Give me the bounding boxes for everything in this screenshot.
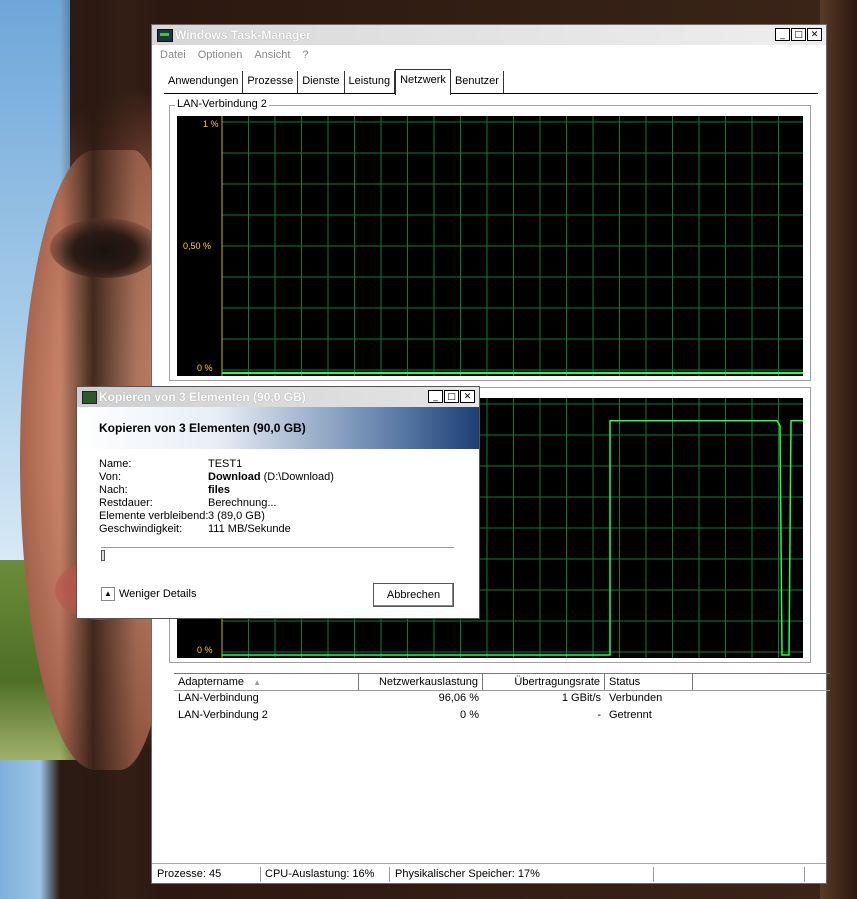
cancel-button[interactable]: Abbrechen	[373, 583, 454, 607]
close-button[interactable]: ✕	[807, 28, 822, 41]
to-folder-name[interactable]: files	[208, 484, 230, 496]
status-bar: Prozesse: 45 CPU-Auslastung: 16% Physika…	[152, 863, 826, 884]
copy-dialog-title: Kopieren von 3 Elementen (90,0 GB)	[99, 390, 306, 404]
from-folder-name[interactable]: Download	[208, 471, 261, 483]
cell-usage: 0 %	[460, 709, 479, 721]
tab-netzwerk[interactable]: Netzwerk	[395, 69, 451, 95]
field-value: 3 (89,0 GB)	[208, 510, 265, 522]
tab-anwendungen[interactable]: Anwendungen	[164, 71, 244, 93]
background-eye	[50, 218, 160, 278]
field-value: files	[208, 484, 230, 497]
cell-adaptername: LAN-Verbindung 2	[178, 709, 268, 721]
tab-leistung[interactable]: Leistung	[345, 71, 396, 93]
copy-dialog-header: Kopieren von 3 Elementen (90,0 GB)	[77, 407, 479, 449]
less-details-label: Weniger Details	[119, 588, 197, 600]
progress-fill	[101, 550, 105, 561]
y-label-bottom: 0 %	[197, 363, 213, 373]
from-folder-path: (D:\Download)	[263, 471, 334, 483]
cell-rate: -	[597, 709, 601, 721]
copy-dialog-titlebar[interactable]: Kopieren von 3 Elementen (90,0 GB) _ □ ✕	[77, 387, 479, 407]
y-label-mid: 0,50 %	[183, 241, 212, 251]
maximize-button[interactable]: □	[791, 28, 806, 41]
field-label: Restdauer:	[99, 497, 153, 509]
field-label: Nach:	[99, 484, 128, 496]
cell-status: Getrennt	[609, 709, 652, 721]
y-label-bottom-lan: 0 %	[197, 645, 213, 655]
graph-label-lan2: LAN-Verbindung 2	[175, 98, 269, 110]
field-value: Download (D:\Download)	[208, 471, 334, 484]
status-empty	[655, 867, 805, 882]
field-label: Geschwindigkeit:	[99, 523, 183, 535]
tab-dienste[interactable]: Dienste	[298, 71, 345, 93]
y-label-top: 1 %	[203, 119, 219, 129]
table-row[interactable]: LAN-Verbindung 2 0 % - Getrennt	[174, 707, 830, 723]
copy-dialog-icon	[82, 391, 97, 404]
less-details-toggle[interactable]: ▲ Weniger Details	[101, 587, 196, 601]
menu-optionen[interactable]: Optionen	[198, 49, 243, 61]
close-button[interactable]: ✕	[460, 390, 475, 403]
column-adaptername[interactable]: Adaptername ▲	[174, 674, 359, 690]
menu-help[interactable]: ?	[302, 49, 308, 61]
column-netzwerkauslastung[interactable]: Netzwerkauslastung	[359, 674, 483, 690]
task-manager-icon	[157, 29, 173, 42]
window-title: Windows Task-Manager	[175, 28, 311, 42]
adapter-list-header: Adaptername ▲ Netzwerkauslastung Übertra…	[174, 673, 830, 691]
status-cpu: CPU-Auslastung: 16%	[262, 867, 390, 882]
copy-heading: Kopieren von 3 Elementen (90,0 GB)	[99, 421, 306, 435]
adapter-list: Adaptername ▲ Netzwerkauslastung Übertra…	[174, 673, 830, 853]
copy-dialog-window-controls: _ □ ✕	[428, 390, 475, 403]
copy-progress-bar	[101, 547, 454, 561]
tab-benutzer[interactable]: Benutzer	[451, 71, 504, 93]
maximize-button[interactable]: □	[444, 390, 459, 403]
minimize-button[interactable]: _	[775, 28, 790, 41]
field-value: 111 MB/Sekunde	[208, 523, 291, 535]
window-controls: _ □ ✕	[775, 28, 822, 41]
sort-ascending-icon: ▲	[253, 678, 262, 687]
table-row[interactable]: LAN-Verbindung 96,06 % 1 GBit/s Verbunde…	[174, 690, 830, 706]
tab-prozesse[interactable]: Prozesse	[243, 71, 299, 93]
field-label: Name:	[99, 458, 132, 470]
chevron-up-icon: ▲	[101, 587, 115, 601]
menu-ansicht[interactable]: Ansicht	[254, 49, 290, 61]
tab-bar: Anwendungen Prozesse Dienste Leistung Ne…	[164, 69, 818, 95]
minimize-button[interactable]: _	[428, 390, 443, 403]
status-processes: Prozesse: 45	[154, 867, 261, 882]
menu-bar: Datei Optionen Ansicht ?	[160, 49, 309, 61]
field-value: Berechnung...	[208, 497, 277, 509]
status-memory: Physikalischer Speicher: 17%	[392, 867, 654, 882]
cell-rate: 1 GBit/s	[561, 692, 601, 704]
graph-grid-lan2	[221, 116, 803, 376]
copy-dialog: Kopieren von 3 Elementen (90,0 GB) _ □ ✕…	[76, 386, 480, 619]
column-status[interactable]: Status	[605, 674, 693, 690]
network-graph-group-lan2: LAN-Verbindung 2 1 % 0,50 % 0 %	[169, 98, 811, 381]
menu-datei[interactable]: Datei	[160, 49, 186, 61]
task-manager-titlebar[interactable]: Windows Task-Manager _ □ ✕	[152, 25, 826, 45]
cell-adaptername: LAN-Verbindung	[178, 692, 259, 704]
column-uebertragungsrate[interactable]: Übertragungsrate	[483, 674, 605, 690]
network-graph-lan2: 1 % 0,50 % 0 %	[177, 116, 803, 376]
field-label: Von:	[99, 471, 122, 483]
cell-status: Verbunden	[609, 692, 663, 704]
field-value: TEST1	[208, 458, 243, 470]
cell-usage: 96,06 %	[438, 692, 479, 704]
field-label: Elemente verbleibend:	[99, 510, 209, 522]
